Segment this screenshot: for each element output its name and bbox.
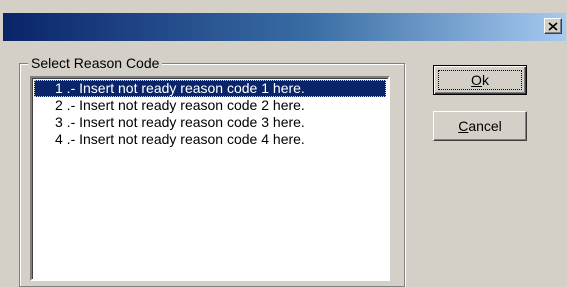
title-bar[interactable] [3,13,566,41]
list-item[interactable]: 2 .- Insert not ready reason code 2 here… [34,97,386,114]
cancel-button-label: Cancel [458,118,502,134]
list-item[interactable]: 4 .- Insert not ready reason code 4 here… [34,131,386,148]
focus-rectangle [438,70,522,90]
list-item[interactable]: 3 .- Insert not ready reason code 3 here… [34,114,386,131]
cancel-button[interactable]: Cancel [433,111,527,141]
reason-code-list: 1 .- Insert not ready reason code 1 here… [34,80,386,148]
close-button[interactable] [544,18,562,34]
ok-button[interactable]: Ok [433,65,527,95]
reason-code-dialog: Select Reason Code 1 .- Insert not ready… [0,0,567,287]
group-label: Select Reason Code [28,54,163,72]
reason-code-group: Select Reason Code 1 .- Insert not ready… [19,54,405,287]
list-item[interactable]: 1 .- Insert not ready reason code 1 here… [34,80,386,97]
reason-code-listbox[interactable]: 1 .- Insert not ready reason code 1 here… [30,76,390,281]
close-icon [548,21,558,31]
